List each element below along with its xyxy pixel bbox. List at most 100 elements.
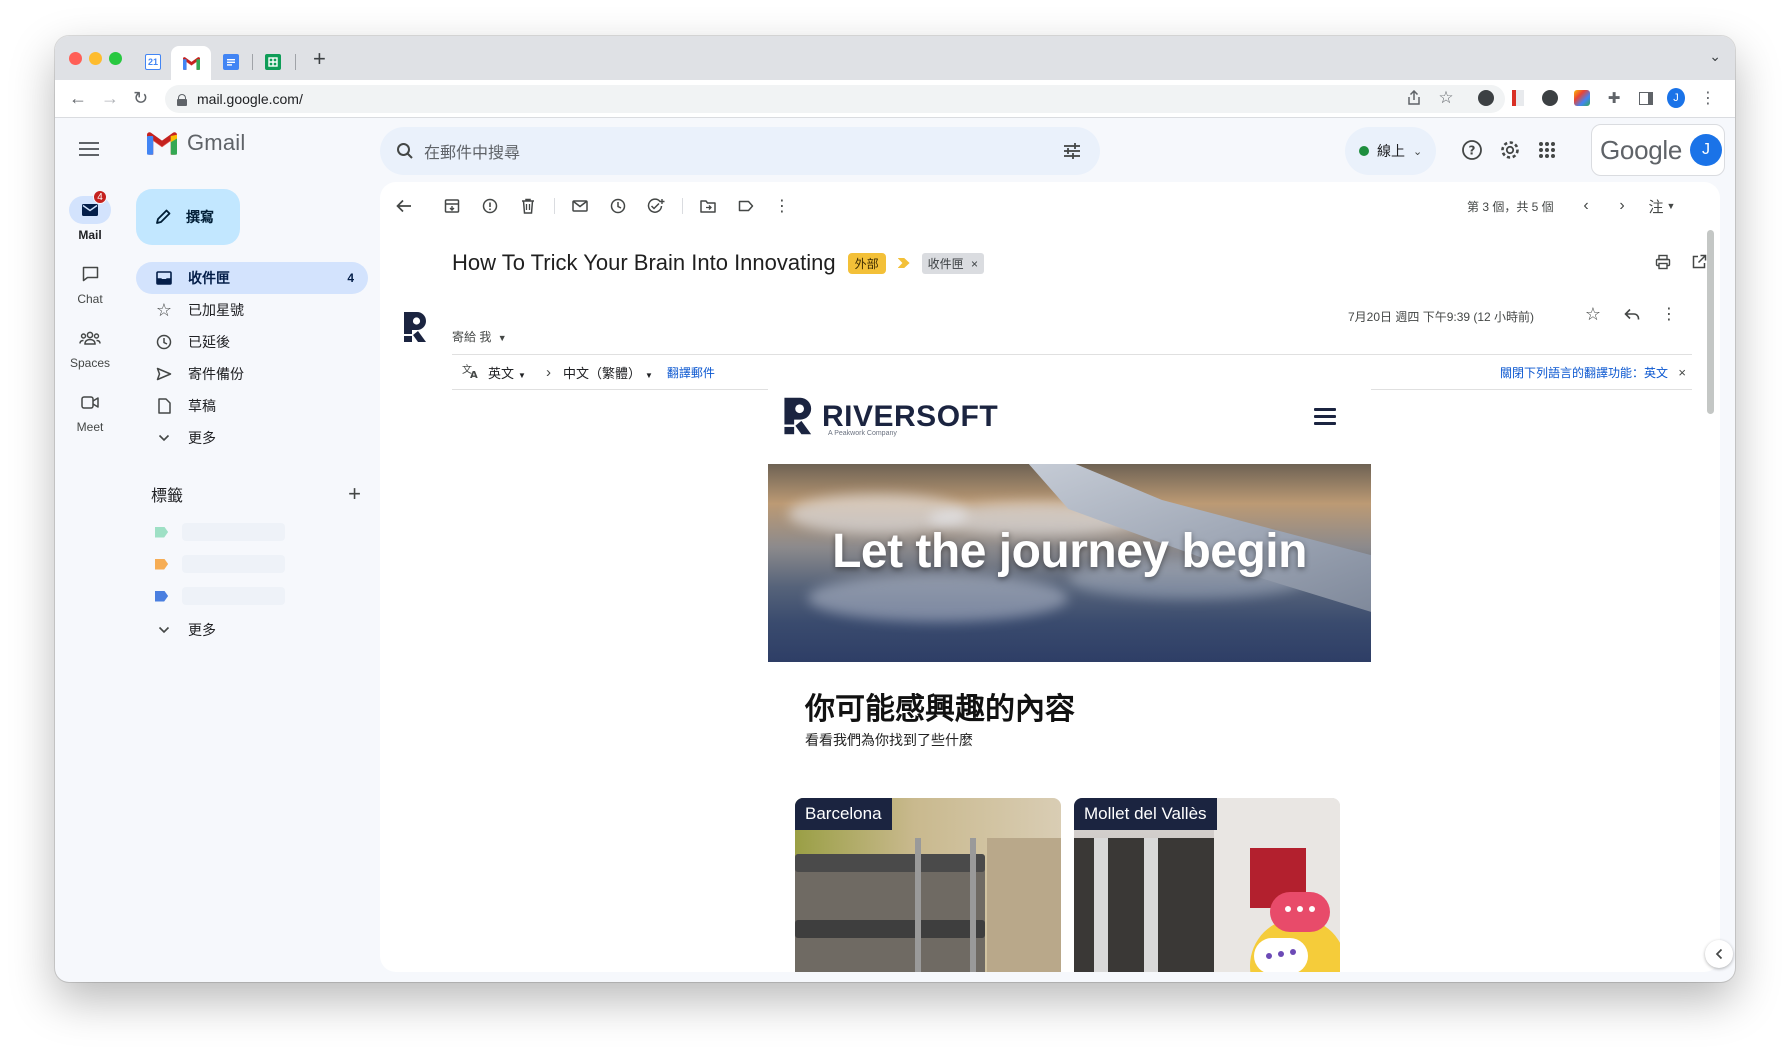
recommendations-subtitle: 看看我們為你找到了些什麼 <box>805 732 973 748</box>
address-bar[interactable]: mail.google.com/ <box>165 85 1505 113</box>
open-in-new-window-icon[interactable] <box>1689 252 1709 272</box>
star-icon[interactable]: ☆ <box>1583 304 1603 324</box>
labels-heading: 標籤 <box>151 488 184 505</box>
sidebar-item-drafts[interactable]: 草稿 <box>136 390 368 422</box>
labels-section-header: 標籤 + <box>151 482 361 506</box>
add-to-tasks-icon[interactable] <box>646 196 666 216</box>
email-body: RIVERSOFT A Peakwork Company Let the jou… <box>768 382 1371 972</box>
message-more-icon[interactable]: ⋮ <box>1659 304 1679 324</box>
forward-arrow-icon[interactable]: → <box>101 88 119 109</box>
draft-icon <box>154 396 174 416</box>
label-item-3[interactable] <box>155 586 285 606</box>
avatar[interactable]: J <box>1690 134 1723 166</box>
compose-button[interactable]: 撰寫 <box>136 189 240 245</box>
label-item-2[interactable] <box>155 554 285 574</box>
rail-meet[interactable]: Meet <box>55 388 125 434</box>
show-side-panel-chevron-icon[interactable] <box>1705 940 1733 968</box>
sidebar-item-label: 收件匣 <box>188 270 230 286</box>
archive-icon[interactable] <box>442 196 462 216</box>
more-options-icon[interactable]: ⋮ <box>772 196 792 216</box>
email-menu-icon[interactable] <box>1314 408 1336 429</box>
turn-off-translation-link[interactable]: 關閉下列語言的翻譯功能：英文 <box>1500 364 1668 381</box>
message-paging: 第 3 個，共 5 個 <box>1467 200 1554 214</box>
minimize-window-button[interactable] <box>89 52 102 65</box>
gmail-logo[interactable]: Gmail <box>147 130 245 156</box>
remove-label-icon[interactable]: × <box>971 257 978 271</box>
side-panel-icon[interactable] <box>1637 89 1655 107</box>
browser-menu-icon[interactable]: ⋮ <box>1699 89 1717 107</box>
older-message-chevron-icon[interactable]: › <box>1612 196 1632 216</box>
delete-icon[interactable] <box>518 196 538 216</box>
add-label-icon[interactable]: + <box>348 483 361 505</box>
share-icon[interactable] <box>1405 89 1423 107</box>
wall-image <box>987 838 1061 972</box>
newer-message-chevron-icon[interactable]: ‹ <box>1576 196 1596 216</box>
main-menu-icon[interactable] <box>79 142 99 160</box>
target-language-select[interactable]: 中文（繁體） ▼ <box>563 363 653 382</box>
search-bar[interactable]: 在郵件中搜尋 <box>380 127 1100 175</box>
extension-2-icon[interactable] <box>1509 89 1527 107</box>
mail-icon: 4 <box>69 190 111 224</box>
source-language-select[interactable]: 英文 ▼ <box>488 363 526 382</box>
rail-spaces[interactable]: Spaces <box>55 324 125 370</box>
mark-unread-icon[interactable] <box>570 196 590 216</box>
search-input[interactable]: 在郵件中搜尋 <box>424 139 520 163</box>
apps-grid-icon[interactable] <box>1535 138 1559 162</box>
labels-more[interactable]: 更多 <box>136 614 368 646</box>
new-tab-button[interactable]: + <box>313 46 326 72</box>
riversoft-logo[interactable]: RIVERSOFT A Peakwork Company <box>782 394 998 438</box>
sidebar-item-inbox[interactable]: 收件匣 4 <box>136 262 368 294</box>
reload-icon[interactable]: ↻ <box>133 88 148 109</box>
sidebar-item-starred[interactable]: ☆ 已加星號 <box>136 294 368 326</box>
google-account-button[interactable]: Google J <box>1591 124 1725 176</box>
back-arrow-icon[interactable]: ← <box>69 88 87 109</box>
puzzle-icon[interactable]: ✚ <box>1605 89 1623 107</box>
hero-banner[interactable]: Let the journey begin <box>768 464 1371 662</box>
tab-sheets[interactable] <box>255 44 291 80</box>
close-translate-icon[interactable]: × <box>1678 365 1686 380</box>
inbox-unread-count: 4 <box>347 271 354 285</box>
snooze-clock-icon[interactable] <box>608 196 628 216</box>
close-window-button[interactable] <box>69 52 82 65</box>
bookmark-star-icon[interactable]: ☆ <box>1437 88 1455 107</box>
translate-message-link[interactable]: 翻譯郵件 <box>667 364 715 381</box>
rail-mail[interactable]: 4 Mail <box>55 190 125 242</box>
extension-3-icon[interactable] <box>1541 89 1559 107</box>
message-scrollbar[interactable] <box>1707 230 1714 414</box>
sidebar-item-snoozed[interactable]: 已延後 <box>136 326 368 358</box>
status-selector[interactable]: 線上 ⌄ <box>1345 127 1437 175</box>
rail-label-mail: Mail <box>78 228 102 242</box>
settings-gear-icon[interactable] <box>1498 138 1522 162</box>
reply-icon[interactable] <box>1622 304 1642 324</box>
label-item-1[interactable] <box>155 522 285 542</box>
maximize-window-button[interactable] <box>109 52 122 65</box>
report-spam-icon[interactable] <box>480 196 500 216</box>
search-options-icon[interactable] <box>1062 141 1082 161</box>
sidebar-item-sent[interactable]: 寄件備份 <box>136 358 368 390</box>
tab-gmail[interactable] <box>171 46 211 80</box>
rail-chat[interactable]: Chat <box>55 260 125 306</box>
tab-separator <box>295 54 296 70</box>
tab-search-chevron-icon[interactable]: ⌄ <box>1709 48 1721 65</box>
chevron-down-icon: ▼ <box>1666 201 1676 211</box>
destination-card-mollet[interactable]: Mollet del Vallès <box>1074 798 1340 972</box>
bunk-mattress-image <box>795 920 985 938</box>
profile-avatar-small[interactable]: J <box>1667 88 1685 108</box>
label-icon[interactable] <box>736 196 756 216</box>
tab-strip: 21 + ⌄ <box>55 36 1735 80</box>
input-tools-button[interactable]: 注 ▼ <box>1642 196 1682 216</box>
sidebar-item-more[interactable]: 更多 <box>136 422 368 454</box>
extension-4-icon[interactable] <box>1573 89 1591 107</box>
back-to-inbox-icon[interactable] <box>394 196 414 216</box>
tab-docs[interactable] <box>213 44 249 80</box>
search-icon[interactable] <box>396 142 414 160</box>
recipient-details-toggle[interactable]: 寄給 我 ▼ <box>452 328 507 345</box>
sender-avatar-logo <box>404 312 426 342</box>
move-to-icon[interactable] <box>698 196 718 216</box>
tab-calendar[interactable]: 21 <box>135 44 171 80</box>
extension-1-icon[interactable] <box>1477 89 1495 107</box>
print-icon[interactable] <box>1653 252 1673 272</box>
help-icon[interactable]: ? <box>1460 138 1484 162</box>
importance-marker-icon[interactable] <box>897 258 910 268</box>
destination-card-barcelona[interactable]: Barcelona <box>795 798 1061 972</box>
